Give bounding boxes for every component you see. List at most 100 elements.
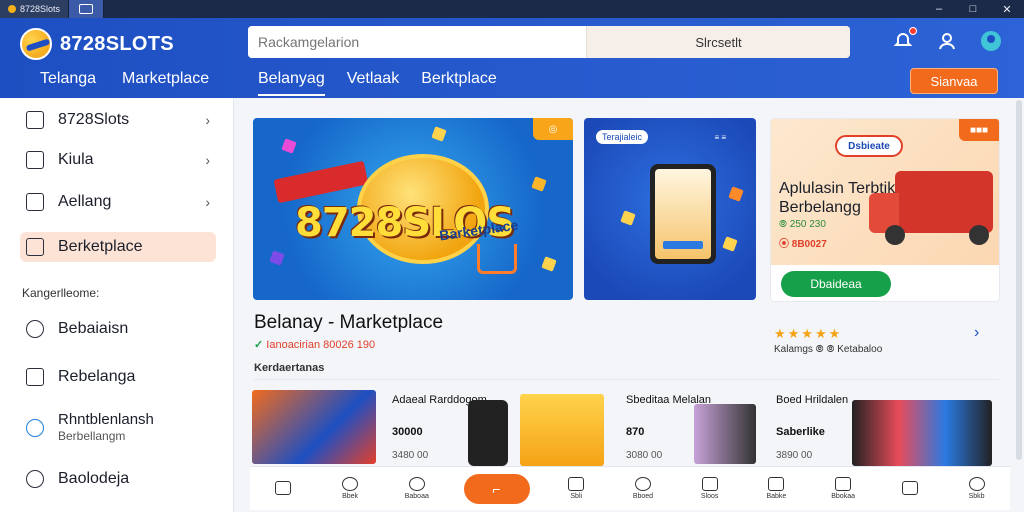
nav-item-telanga[interactable]: Telanga: [40, 70, 96, 88]
card-action-button[interactable]: Dbaideaa: [781, 271, 891, 297]
window-controls: – □ ✕: [922, 0, 1024, 18]
user-icon: [939, 33, 955, 50]
sidebar-item-rhntblenlansh[interactable]: Rhntblenlansh Berbellangm: [20, 408, 216, 448]
notification-button[interactable]: [892, 27, 917, 52]
sidebar-item-label: 8728Slots: [58, 111, 130, 128]
maximize-button[interactable]: □: [956, 0, 990, 18]
sidebar-item-bebaiaisn[interactable]: Bebaiaisn: [20, 314, 216, 344]
card-meta: ⦾ 250 230: [779, 219, 826, 230]
vertical-scrollbar[interactable]: [1016, 100, 1022, 460]
banner-tag: ≡ ≡: [714, 133, 726, 142]
sidebar-item-home[interactable]: 8728Slots ›: [20, 105, 216, 135]
deal-icon: [701, 477, 718, 491]
bottombar-label: Sloos: [700, 493, 719, 500]
promo-card-delivery[interactable]: Dsbieate ■■■ Aplulasin Terbtik Berbelang…: [770, 118, 1000, 302]
app-favicon-icon: [8, 5, 16, 13]
chevron-right-icon: ›: [205, 194, 210, 210]
promo-banner-main[interactable]: 8728SLOS Barketplace ◎: [253, 118, 573, 300]
sidebar: 8728Slots › Kiula › Aellang › Berketplac…: [0, 98, 234, 512]
search-bar: Slrcsetlt: [248, 26, 850, 58]
sidebar-item-sublabel: Berbellangm: [58, 429, 126, 443]
product-card[interactable]: Adaeal Rarddogom 30000 3480 00: [386, 390, 626, 468]
phones-product-image: [852, 400, 992, 466]
minimize-button[interactable]: –: [922, 0, 956, 18]
trash-icon: [26, 193, 44, 211]
search-input[interactable]: [248, 26, 586, 58]
phone-screen: [655, 169, 711, 259]
bottombar-wallet[interactable]: Babke: [756, 477, 796, 500]
profile-avatar[interactable]: [980, 30, 1002, 52]
tab-label: 8728Slots: [20, 4, 61, 14]
close-button[interactable]: ✕: [990, 0, 1024, 18]
bottombar-home[interactable]: [263, 480, 303, 497]
bottombar-search[interactable]: Sbkb: [957, 477, 997, 500]
product-card[interactable]: Boed Hrildalen Saberlike 3890 00: [772, 390, 994, 468]
gem-icon: [281, 138, 297, 154]
tab-belanyag[interactable]: Belanyag: [258, 70, 325, 96]
rating-meta: Kalamgs ⦾ ⦾ Ketabaloo: [774, 344, 883, 355]
book-icon: [835, 477, 852, 491]
sidebar-item-kiula[interactable]: Kiula ›: [20, 145, 216, 175]
bottombar-book[interactable]: Bbokaa: [823, 477, 863, 500]
bottombar-tag[interactable]: Bboed: [623, 477, 663, 500]
bottombar-timer[interactable]: Baboaa: [397, 477, 437, 500]
browser-tab[interactable]: 8728Slots: [0, 0, 70, 18]
camera-product-image: [520, 394, 604, 466]
tag-icon: [26, 151, 44, 169]
bottombar-label: Bbokaa: [831, 493, 855, 500]
product-price: 870: [626, 426, 645, 438]
sidebar-item-rebelanga[interactable]: Rebelanga: [20, 362, 216, 392]
header-cta-button[interactable]: Sianvaa: [910, 68, 998, 94]
nav-item-marketplace[interactable]: Marketplace: [122, 70, 209, 88]
chevron-right-icon: ›: [205, 152, 210, 168]
promo-banner-phone[interactable]: Terajialeic ≡ ≡: [584, 118, 756, 300]
tab-vetlaak[interactable]: Vetlaak: [347, 70, 399, 96]
product-card[interactable]: Sbeditaa Melalan 870 3080 00: [626, 390, 766, 468]
app-logo[interactable]: 8728SLOTS: [20, 28, 174, 60]
gem-icon: [722, 236, 738, 252]
phone-product-image: [694, 404, 756, 464]
sidebar-item-label: Rhntblenlansh: [58, 411, 154, 428]
chevron-right-icon[interactable]: ›: [974, 324, 979, 342]
sidebar-item-baolodeja[interactable]: Baolodeja: [20, 464, 216, 494]
banner-label: Terajialeic: [596, 130, 649, 144]
timer-icon: [408, 477, 425, 491]
bottombar-main-button[interactable]: ⌐: [463, 473, 530, 504]
sidebar-item-berketplace[interactable]: Berketplace: [20, 232, 216, 262]
section-meta-text: Ianoacirian 80026 190: [266, 339, 376, 351]
product-old-price: 3480 00: [392, 450, 429, 461]
search-button[interactable]: Slrcsetlt: [586, 26, 850, 58]
sidebar-item-label: Aellang: [58, 193, 112, 210]
product-image: [252, 390, 376, 464]
sidebar-item-label: Kiula: [58, 151, 94, 168]
home-icon: [275, 480, 292, 495]
account-button[interactable]: [936, 30, 958, 52]
bottombar-label: Bbek: [342, 493, 359, 500]
product-old-price: 3890 00: [776, 450, 813, 461]
product-card[interactable]: [252, 390, 376, 468]
banner-corner-tag: ◎: [533, 118, 573, 140]
sidebar-item-label: Rebelanga: [58, 368, 136, 385]
bottombar-deal[interactable]: Sloos: [690, 477, 730, 500]
bottombar-mail[interactable]: [890, 480, 930, 497]
sidebar-item-aellang[interactable]: Aellang ›: [20, 187, 216, 217]
bottombar-label: Sbkb: [968, 493, 985, 500]
bottombar-gift[interactable]: Sbli: [556, 477, 596, 500]
info-icon: [26, 470, 44, 488]
section-title: Belanay - Marketplace: [254, 312, 444, 333]
tab-berktplace[interactable]: Berktplace: [421, 70, 497, 96]
header-icons: [892, 27, 1002, 52]
gem-icon: [269, 250, 285, 266]
product-price: 30000: [392, 426, 423, 438]
product-row: Adaeal Rarddogom 30000 3480 00 Sbeditaa …: [252, 390, 1002, 468]
card-title-line2: Berbelangg: [779, 199, 861, 216]
gem-icon: [541, 256, 557, 272]
home-icon: [26, 111, 44, 129]
nav-main: Belanyag Vetlaak Berktplace: [258, 70, 497, 96]
title-bar: 8728Slots – □ ✕: [0, 0, 1024, 18]
new-tab-button[interactable]: [69, 0, 105, 18]
bottombar-coin[interactable]: Bbek: [330, 477, 370, 500]
product-old-price: 3080 00: [626, 450, 663, 461]
bottombar-label: Sbli: [570, 493, 583, 500]
gem-icon: [531, 176, 547, 192]
